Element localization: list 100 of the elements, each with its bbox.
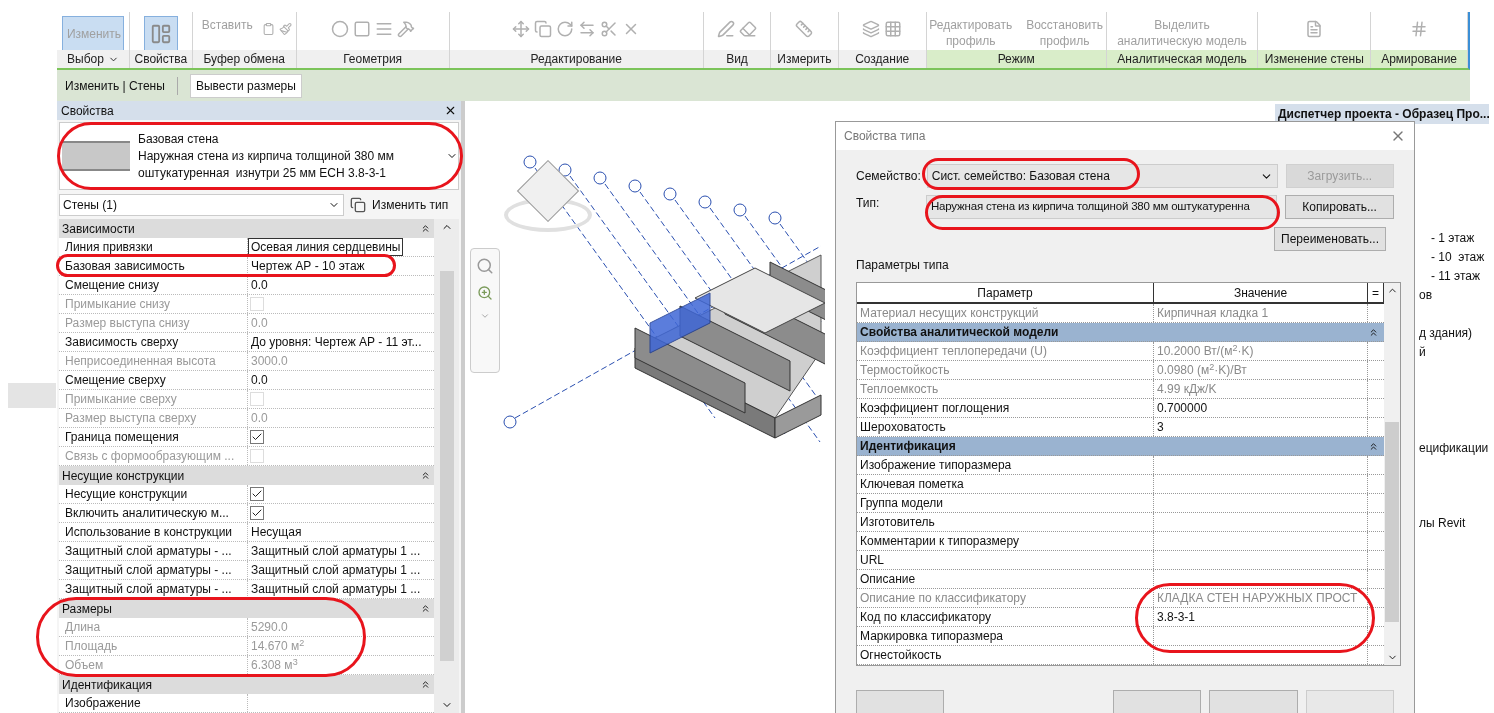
ruler-icon[interactable] [795,20,814,38]
value-field[interactable]: Осевая линия сердцевины [248,238,404,256]
properties-button[interactable] [143,16,178,50]
property-value: Защитный слой арматуры 1 ... [250,581,422,598]
dialog-button[interactable] [856,690,945,713]
scrollbar[interactable] [434,219,459,713]
edit-type-button[interactable]: Изменить тип [372,196,449,214]
filter-value: Стены (1) [63,197,117,214]
wall-swatch-icon [62,141,130,171]
square-icon[interactable] [352,20,371,38]
eraser-icon[interactable] [739,20,757,38]
circle-icon[interactable] [330,20,349,38]
context-label: Изменить | Стены [65,76,178,95]
checkbox[interactable] [250,487,264,501]
close-icon[interactable] [444,104,457,117]
column-header[interactable]: Параметр [857,283,1154,302]
group-header[interactable]: Размеры [62,599,112,618]
dialog-button[interactable] [1305,690,1394,713]
parameter-name: Комментарии к типоразмеру [860,533,1020,550]
parameter-name: Изготовитель [860,514,935,531]
property-name: Защитный слой арматуры - ... [65,543,232,560]
panel-title: Вид [726,51,748,68]
brush-icon[interactable] [278,20,292,38]
panel-title: Геометрия [343,51,403,68]
type-name: Наружная стена из кирпича толщиной 380 мм [138,147,395,165]
search-icon[interactable] [476,257,494,275]
move-icon[interactable] [512,20,531,38]
pen-icon[interactable] [717,20,735,38]
dropdown-value: Наружная стена из кирпича толщиной 380 мм оштукатуренна [931,199,1250,215]
arrows-icon[interactable] [578,20,597,38]
dialog-button[interactable] [1209,690,1298,713]
copy-icon[interactable] [534,20,553,38]
browser-item[interactable]: д здания) [1419,324,1473,343]
column-header[interactable]: Значение [1154,283,1368,302]
document-icon[interactable] [1305,20,1324,38]
parameter-name: Описание [860,571,916,588]
zoom-icon[interactable] [477,285,493,301]
parameter-name: Теплоемкость [860,381,939,398]
collapse-icon[interactable] [420,470,431,481]
edit-type-icon[interactable] [350,197,366,213]
scrollbar[interactable] [1384,283,1400,665]
copy-button[interactable]: Копировать... [1285,195,1394,219]
property-value: 3000.0 [250,353,289,370]
property-value: Несущая [250,524,303,541]
browser-item[interactable]: - 11 этаж [1431,267,1481,286]
parameter-name: Материал несущих конструкций [860,305,1039,322]
property-name: Примыкание сверху [65,391,177,408]
parameter-value: Кирпичная кладка 1 [1157,305,1269,322]
property-value: 0.0 [250,315,269,332]
property-name: Смещение снизу [65,277,160,294]
hash-icon[interactable] [1410,20,1429,38]
browser-item[interactable]: ецификации [1419,439,1489,458]
collapse-icon[interactable] [420,603,431,614]
field-label: Тип: [856,195,881,212]
property-name: Защитный слой арматуры - ... [65,581,232,598]
clipboard-icon[interactable] [261,20,275,38]
collapse-icon[interactable] [1368,440,1379,452]
property-value: 14.670 м$^{2}$ [250,637,306,655]
property-value: Защитный слой арматуры 1 ... [250,543,422,560]
grid-icon[interactable] [884,20,903,38]
lines-icon[interactable] [374,20,393,38]
parameter-name: Коэффициент теплопередачи (U) [860,343,1047,360]
family-dropdown[interactable]: Сист. семейство: Базовая стена [926,164,1278,188]
property-name: Базовая зависимость [65,258,185,275]
panel-title: Армирование [1381,51,1458,68]
scissors-icon[interactable] [600,20,619,38]
property-value: До уровня: Чертеж АР - 11 эт... [250,334,423,351]
property-name: Защитный слой арматуры - ... [65,562,232,579]
hammer-icon[interactable] [396,20,415,38]
group-header[interactable]: Идентификация [860,437,956,455]
caret-icon[interactable] [480,311,490,321]
browser-item[interactable]: - 10 этаж [1431,248,1485,267]
panel-title: Аналитическая модель [1117,51,1247,68]
parameter-value: 0.0980 (м$^{2}$·K)/Вт [1157,361,1247,379]
property-name: Длина [65,619,101,636]
property-name: Размер выступа снизу [65,315,190,332]
dialog-button[interactable] [1112,690,1202,713]
group-header[interactable]: Зависимости [62,219,135,238]
browser-item[interactable]: й [1419,343,1426,362]
checkbox[interactable] [250,506,264,520]
browser-item[interactable]: - 1 этаж [1431,229,1475,248]
parameter-name: Ключевая пометка [860,476,964,493]
browser-item[interactable]: лы Revit [1419,514,1466,533]
browser-item[interactable]: ов [1419,286,1433,305]
type-name: оштукатуренная изнутри 25 мм ЕСН 3.8-3-1 [138,164,388,182]
property-name: Объем [65,657,104,674]
checkbox[interactable] [250,430,264,444]
collapse-icon[interactable] [1368,326,1379,338]
filter-dropdown[interactable]: Стены (1) [59,194,344,216]
property-name: Размер выступа сверху [65,410,197,427]
type-selector[interactable]: Базовая стена Наружная стена из кирпича толщиной 380 мм оштукатуренная изнутри 25 мм ЕСН 3.8-3-1 [59,122,459,190]
property-value: 0.0 [250,277,269,294]
rename-button[interactable]: Переименовать... [1274,227,1386,251]
show-dimensions-button[interactable]: Вывести размеры [189,73,302,98]
rotate-icon[interactable] [556,20,575,38]
collapse-icon[interactable] [420,679,431,690]
layers-icon[interactable] [862,20,881,38]
panel-title: Свойства [134,51,188,68]
collapse-icon[interactable] [420,223,431,234]
panel-title: Изменение стены [1264,51,1364,68]
